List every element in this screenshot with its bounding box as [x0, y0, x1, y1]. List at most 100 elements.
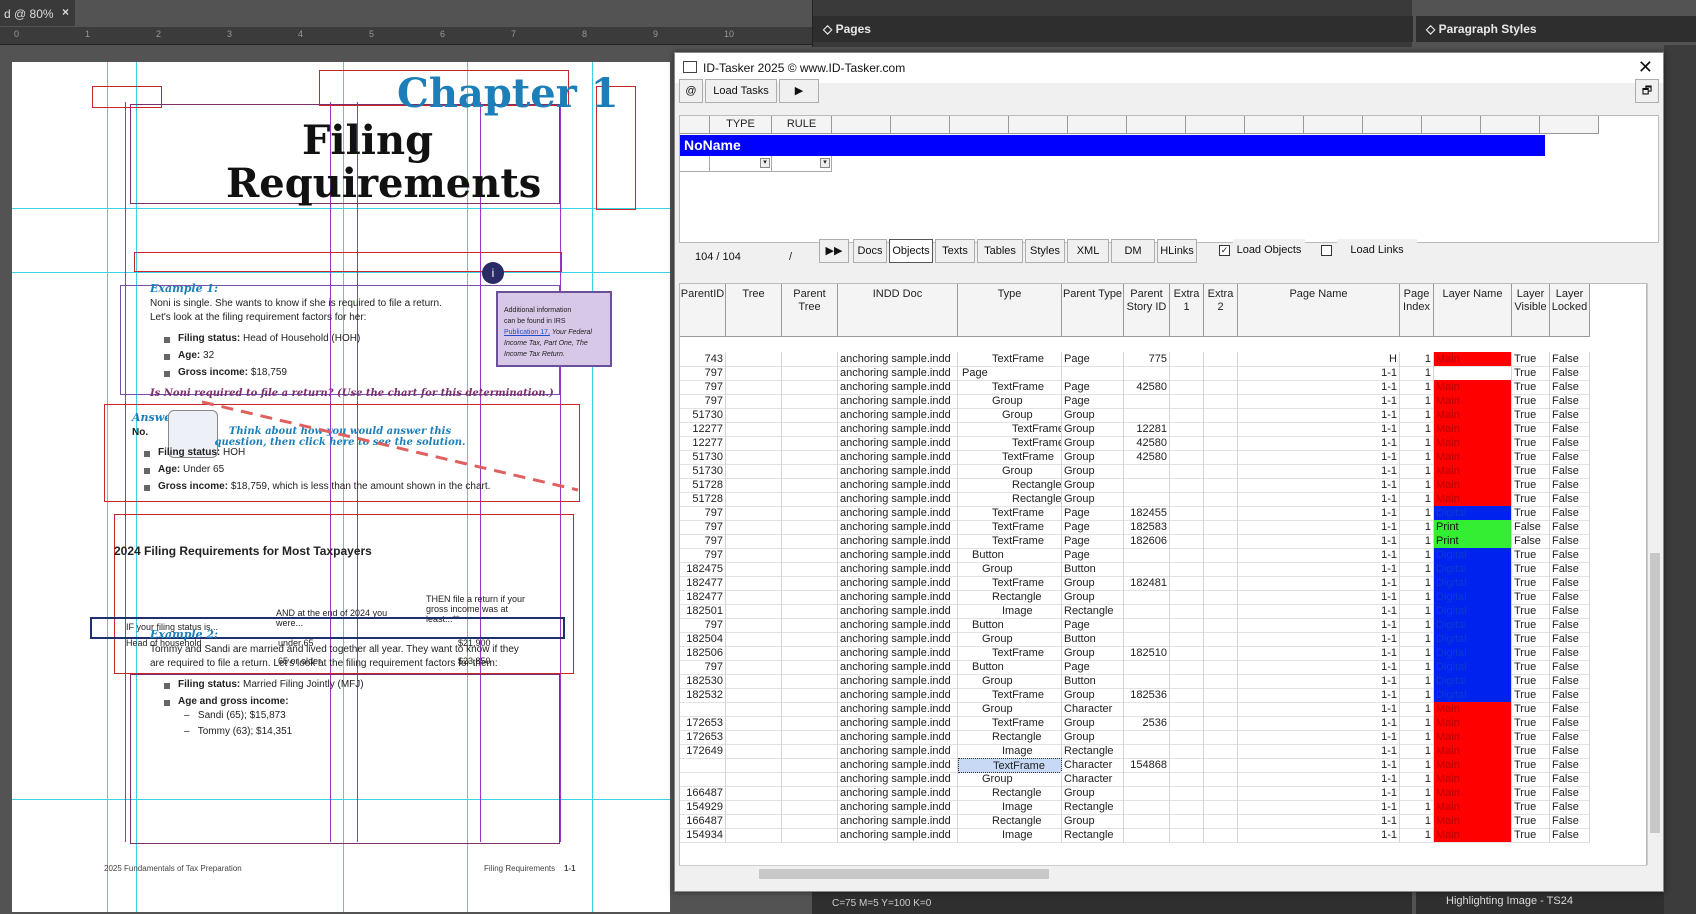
- grid-column-header[interactable]: ParentID: [680, 284, 726, 337]
- grid-cell[interactable]: Rectangle: [1062, 800, 1124, 815]
- column-header[interactable]: [950, 116, 1009, 134]
- grid-cell[interactable]: [782, 506, 838, 521]
- example2-title[interactable]: Example 2:: [150, 628, 218, 641]
- task-cell[interactable]: ▾: [772, 156, 832, 172]
- grid-cell[interactable]: anchoring sample.indd: [838, 450, 958, 465]
- grid-cell[interactable]: Main: [1434, 422, 1512, 437]
- grid-cell[interactable]: [726, 520, 782, 535]
- grid-cell[interactable]: 1-1: [1238, 674, 1400, 689]
- grid-cell[interactable]: 182606: [1124, 534, 1170, 549]
- load-links-checkbox[interactable]: [1321, 245, 1332, 256]
- grid-cell[interactable]: [726, 618, 782, 633]
- grid-cell[interactable]: Rectangle: [958, 492, 1062, 507]
- grid-cell[interactable]: False: [1550, 800, 1590, 815]
- grid-cell[interactable]: 1: [1400, 408, 1434, 423]
- grid-cell[interactable]: 42580: [1124, 436, 1170, 451]
- grid-cell[interactable]: [1204, 450, 1238, 465]
- grid-row[interactable]: 182506 anchoring sample.indd TextFrame Grou…: [680, 646, 1640, 661]
- grid-cell[interactable]: False: [1550, 534, 1590, 549]
- grid-cell[interactable]: anchoring sample.indd: [838, 716, 958, 731]
- grid-cell[interactable]: [782, 716, 838, 731]
- grid-cell[interactable]: 1-1: [1238, 590, 1400, 605]
- grid-cell[interactable]: 1: [1400, 534, 1434, 549]
- grid-cell[interactable]: [1124, 478, 1170, 493]
- tab-hlinks[interactable]: HLinks: [1157, 239, 1197, 263]
- grid-cell[interactable]: [1204, 380, 1238, 395]
- grid-row[interactable]: 172649 anchoring sample.indd Image Rectangl…: [680, 744, 1640, 759]
- grid-cell[interactable]: 797: [680, 618, 726, 633]
- grid-cell[interactable]: anchoring sample.indd: [838, 492, 958, 507]
- grid-cell[interactable]: [1124, 464, 1170, 479]
- grid-cell[interactable]: 1: [1400, 660, 1434, 675]
- grid-row[interactable]: 51730 anchoring sample.indd Group Group 1-1 1…: [680, 408, 1640, 423]
- grid-cell[interactable]: True: [1512, 688, 1550, 703]
- grid-cell[interactable]: [726, 352, 782, 367]
- grid-cell[interactable]: [1124, 548, 1170, 563]
- grid-cell[interactable]: anchoring sample.indd: [838, 772, 958, 787]
- grid-cell[interactable]: 1-1: [1238, 828, 1400, 843]
- grid-cell[interactable]: [1204, 492, 1238, 507]
- grid-cell[interactable]: True: [1512, 548, 1550, 563]
- chapter-heading[interactable]: Chapter 1: [397, 70, 619, 117]
- pages-panel-title[interactable]: ◇ Pages: [813, 16, 1413, 42]
- grid-cell[interactable]: TextFrame: [958, 688, 1062, 703]
- grid-cell[interactable]: True: [1512, 380, 1550, 395]
- grid-cell[interactable]: [782, 618, 838, 633]
- grid-cell[interactable]: 182501: [680, 604, 726, 619]
- grid-cell[interactable]: Character: [1062, 758, 1124, 773]
- grid-cell[interactable]: 1: [1400, 730, 1434, 745]
- grid-cell[interactable]: 1: [1400, 688, 1434, 703]
- grid-cell[interactable]: 1-1: [1238, 422, 1400, 437]
- grid-cell[interactable]: Digital: [1434, 632, 1512, 647]
- task-grid[interactable]: TYPE RULE NoName ▾ ▾: [679, 115, 1659, 243]
- grid-cell[interactable]: 154868: [1124, 758, 1170, 773]
- grid-cell[interactable]: 1: [1400, 562, 1434, 577]
- grid-cell[interactable]: [782, 366, 838, 381]
- grid-cell[interactable]: [1170, 478, 1204, 493]
- grid-cell[interactable]: 1: [1400, 394, 1434, 409]
- grid-cell[interactable]: [1204, 702, 1238, 717]
- grid-cell[interactable]: Main: [1434, 786, 1512, 801]
- grid-cell[interactable]: [1170, 394, 1204, 409]
- grid-cell[interactable]: 1-1: [1238, 814, 1400, 829]
- grid-cell[interactable]: 182504: [680, 632, 726, 647]
- grid-cell[interactable]: TextFrame: [958, 646, 1062, 661]
- grid-cell[interactable]: Digital: [1434, 688, 1512, 703]
- grid-cell[interactable]: 166487: [680, 814, 726, 829]
- grid-cell[interactable]: 1: [1400, 576, 1434, 591]
- grid-cell[interactable]: 1-1: [1238, 800, 1400, 815]
- grid-cell[interactable]: Image: [958, 800, 1062, 815]
- tab-dm[interactable]: DM: [1111, 239, 1155, 263]
- grid-cell[interactable]: Page: [1062, 618, 1124, 633]
- grid-cell[interactable]: [1124, 562, 1170, 577]
- vertical-scrollbar[interactable]: [1647, 283, 1661, 865]
- grid-cell[interactable]: Main: [1434, 492, 1512, 507]
- grid-cell[interactable]: 1-1: [1238, 632, 1400, 647]
- grid-cell[interactable]: 1: [1400, 478, 1434, 493]
- grid-cell[interactable]: [726, 828, 782, 843]
- grid-cell[interactable]: [782, 394, 838, 409]
- grid-column-header[interactable]: Tree: [726, 284, 782, 337]
- grid-cell[interactable]: [1170, 520, 1204, 535]
- grid-cell[interactable]: True: [1512, 772, 1550, 787]
- grid-cell[interactable]: 154929: [680, 800, 726, 815]
- grid-cell[interactable]: 42580: [1124, 450, 1170, 465]
- grid-cell[interactable]: False: [1550, 576, 1590, 591]
- grid-cell[interactable]: Button: [958, 660, 1062, 675]
- grid-cell[interactable]: 182530: [680, 674, 726, 689]
- tab-texts[interactable]: Texts: [935, 239, 975, 263]
- grid-cell[interactable]: [680, 702, 726, 717]
- grid-cell[interactable]: Digital: [1434, 618, 1512, 633]
- grid-cell[interactable]: 182583: [1124, 520, 1170, 535]
- grid-cell[interactable]: Page: [1062, 352, 1124, 367]
- grid-cell[interactable]: Main: [1434, 702, 1512, 717]
- grid-cell[interactable]: Digital: [1434, 548, 1512, 563]
- grid-cell[interactable]: 172653: [680, 730, 726, 745]
- grid-cell[interactable]: Print: [1434, 534, 1512, 549]
- grid-cell[interactable]: [1124, 744, 1170, 759]
- grid-cell[interactable]: [1124, 394, 1170, 409]
- grid-cell[interactable]: [726, 814, 782, 829]
- idtasker-titlebar[interactable]: ID-Tasker 2025 © www.ID-Tasker.com ✕: [675, 53, 1663, 83]
- grid-cell[interactable]: False: [1550, 758, 1590, 773]
- grid-cell[interactable]: [1124, 674, 1170, 689]
